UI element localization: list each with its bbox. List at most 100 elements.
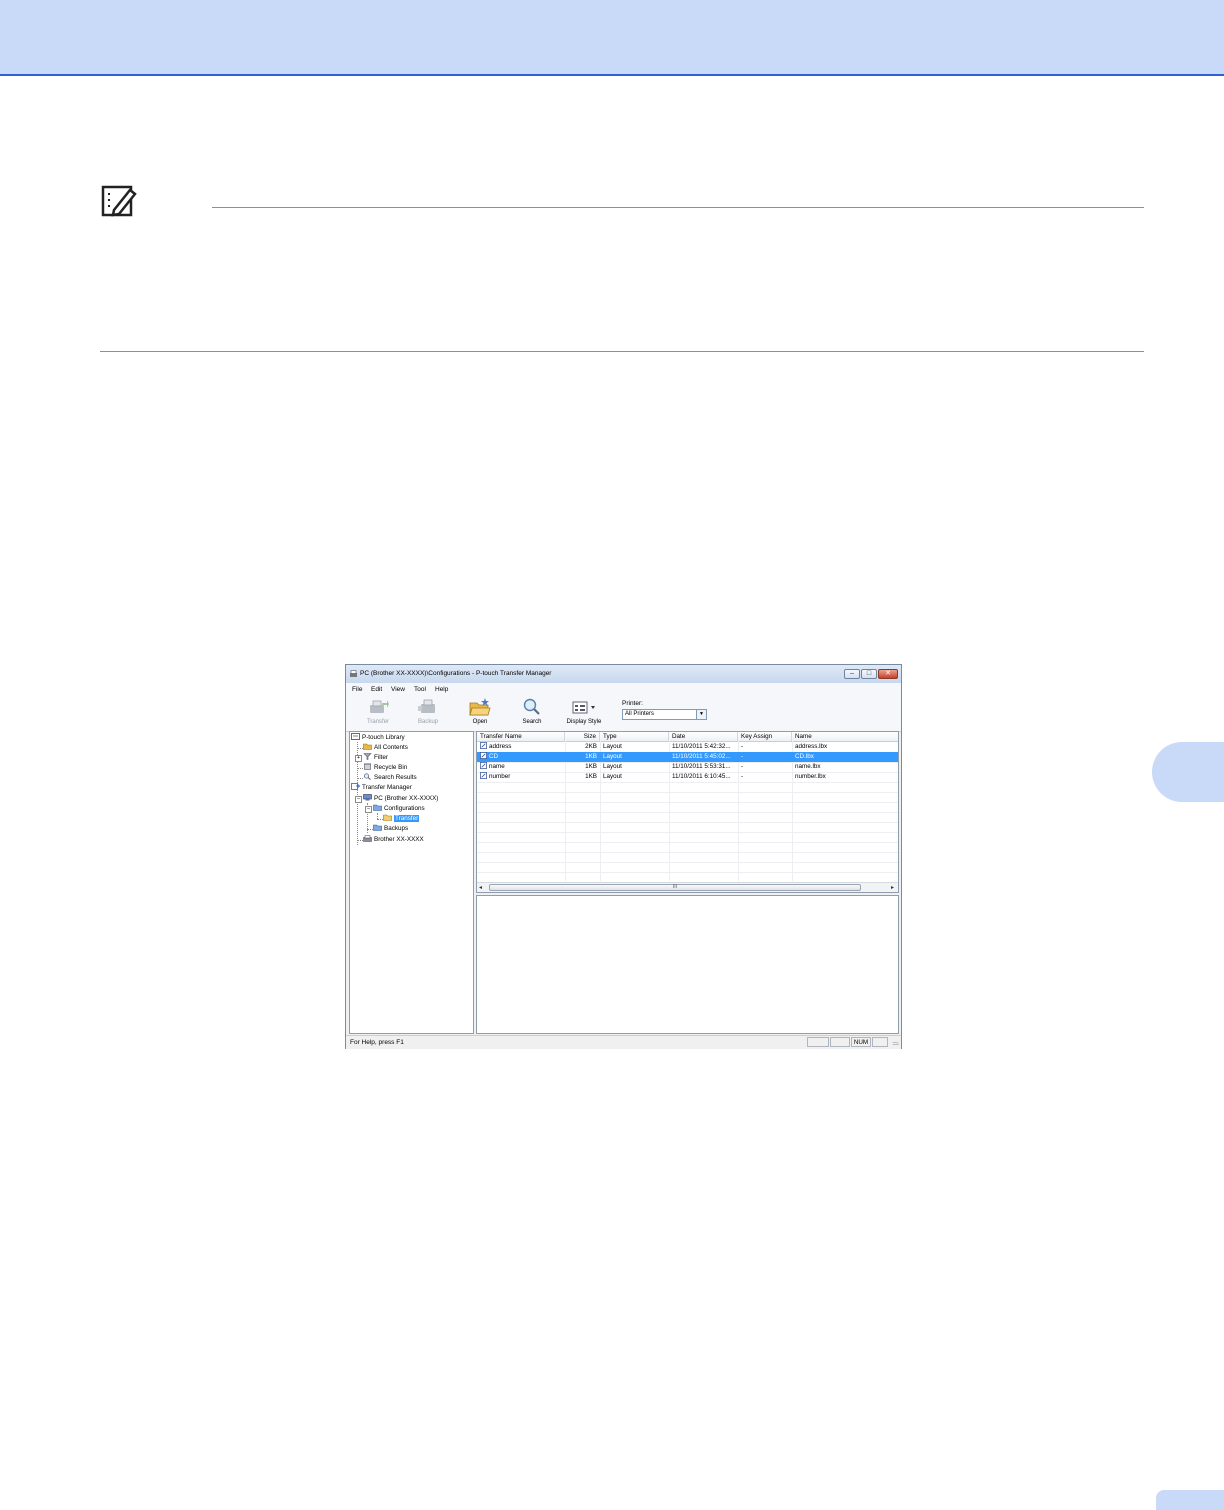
expand-plus-icon[interactable]: + <box>355 755 362 762</box>
window-title: PC (Brother XX-XXXX)\Configurations - P-… <box>360 670 552 677</box>
cell-size: 1KB <box>565 752 600 762</box>
cell-size: 1KB <box>565 762 600 772</box>
search-button[interactable] <box>520 697 544 717</box>
column-key-assign[interactable]: Key Assign <box>738 732 792 741</box>
scroll-right-icon[interactable]: ▸ <box>891 884 894 891</box>
cell-type-text: Layout <box>603 763 622 770</box>
tree-item-transfer[interactable]: Transfer <box>383 814 420 823</box>
printer-icon <box>363 835 372 842</box>
status-indicator-empty <box>807 1037 829 1047</box>
cell-type: Layout <box>600 742 669 752</box>
printer-app-icon <box>350 670 357 677</box>
backup-button[interactable] <box>416 697 440 717</box>
column-name[interactable]: Name <box>792 732 898 741</box>
library-icon <box>351 733 360 740</box>
cell-key-assign: - <box>738 772 792 782</box>
scroll-left-icon[interactable]: ◂ <box>479 884 482 891</box>
cell-name-text: address.lbx <box>795 743 828 750</box>
cell-transfer-name-text: name <box>489 763 505 770</box>
page-header-band <box>0 0 1224 76</box>
resize-grip-icon[interactable]: ≕ <box>892 1040 899 1048</box>
cell-type-text: Layout <box>603 753 622 760</box>
column-type[interactable]: Type <box>600 732 669 741</box>
cell-transfer-name-text: number <box>489 773 511 780</box>
printer-select[interactable]: All Printers ▼ <box>622 709 707 720</box>
cell-type: Layout <box>600 752 669 762</box>
note-icon <box>101 185 137 217</box>
horizontal-scrollbar[interactable]: ◂ III ▸ <box>477 882 898 892</box>
cell-name-text: CD.lbx <box>795 753 814 760</box>
layout-file-icon <box>480 742 487 749</box>
cell-date-text: 11/10/2011 5:45:02... <box>672 753 731 760</box>
transfer-label: Transfer <box>366 719 390 725</box>
page-number-box <box>1156 1490 1224 1510</box>
cell-size: 2KB <box>565 742 600 752</box>
tree-item-brother-printer[interactable]: Brother XX-XXXX <box>363 835 424 844</box>
backups-folder-icon <box>373 824 382 831</box>
cell-transfer-name: address <box>477 742 565 752</box>
chevron-down-icon[interactable]: ▼ <box>696 710 706 719</box>
cell-key-assign-text: - <box>741 743 744 750</box>
column-size[interactable]: Size <box>565 732 600 741</box>
menu-view[interactable]: View <box>391 686 405 693</box>
cell-date: 11/10/2011 6:10:45... <box>669 772 738 782</box>
transfer-manager-icon <box>351 783 360 790</box>
display-style-icon <box>572 701 595 714</box>
minimize-button[interactable]: – <box>844 669 860 679</box>
printer-label: Printer: <box>622 700 643 707</box>
tree-item-library[interactable]: P-touch Library <box>351 733 405 742</box>
cell-date: 11/10/2011 5:53:31... <box>669 762 738 772</box>
scroll-thumb[interactable]: III <box>489 884 861 891</box>
cell-name: name.lbx <box>792 762 898 772</box>
menu-file[interactable]: File <box>352 686 362 693</box>
cell-key-assign-text: - <box>741 773 744 780</box>
status-indicator-empty <box>872 1037 888 1047</box>
menu-edit[interactable]: Edit <box>371 686 382 693</box>
cell-name: address.lbx <box>792 742 898 752</box>
maximize-button[interactable]: □ <box>861 669 877 679</box>
display-style-label: Display Style <box>566 719 602 725</box>
tree-item-pc[interactable]: PC (Brother XX-XXXX) <box>363 794 438 803</box>
cell-date-text: 11/10/2011 5:42:32... <box>672 743 731 750</box>
cell-size-text: 1KB <box>585 763 597 770</box>
close-button[interactable]: ✕ <box>878 669 898 679</box>
note-rule-bottom <box>100 351 1144 352</box>
column-date[interactable]: Date <box>669 732 738 741</box>
cell-name-text: number.lbx <box>795 773 826 780</box>
column-transfer-name[interactable]: Transfer Name <box>477 732 565 741</box>
tree-item-configurations[interactable]: Configurations <box>373 804 425 813</box>
cell-key-assign: - <box>738 752 792 762</box>
cell-transfer-name-text: CD <box>489 753 499 760</box>
tree-item-backups[interactable]: Backups <box>373 824 408 833</box>
list-header: Transfer Name Size Type Date Key Assign … <box>477 732 898 742</box>
cell-key-assign: - <box>738 742 792 752</box>
cell-type-text: Layout <box>603 743 622 750</box>
tree-item-filter[interactable]: Filter <box>363 753 388 762</box>
collapse-minus-icon[interactable]: – <box>355 796 362 803</box>
recycle-bin-icon <box>364 763 371 770</box>
menu-help[interactable]: Help <box>435 686 448 693</box>
layout-file-icon <box>480 752 487 759</box>
cell-transfer-name: name <box>477 762 565 772</box>
cell-date: 11/10/2011 5:42:32... <box>669 742 738 752</box>
open-button[interactable] <box>468 697 492 717</box>
display-style-button[interactable] <box>570 697 600 717</box>
menu-tool[interactable]: Tool <box>414 686 426 693</box>
printer-select-value: All Printers <box>625 711 655 717</box>
tree-item-transfer-manager[interactable]: Transfer Manager <box>351 783 412 792</box>
tree-item-search-results[interactable]: Search Results <box>363 773 417 782</box>
computer-icon <box>363 794 372 801</box>
backup-icon <box>418 699 435 713</box>
cell-type-text: Layout <box>603 773 622 780</box>
transfer-button[interactable] <box>366 697 390 717</box>
search-results-icon <box>363 773 371 780</box>
cell-transfer-name: CD <box>477 752 565 762</box>
cell-date-text: 11/10/2011 5:53:31... <box>672 763 731 770</box>
layout-file-icon <box>480 762 487 769</box>
cell-name: CD.lbx <box>792 752 898 762</box>
transfer-manager-window: PC (Brother XX-XXXX)\Configurations - P-… <box>345 664 902 1049</box>
tree-item-all-contents[interactable]: All Contents <box>363 743 408 752</box>
folder-tree: P-touch Library All Contents + Filter Re… <box>349 731 474 1034</box>
tree-item-recycle-bin[interactable]: Recycle Bin <box>363 763 407 772</box>
collapse-minus-icon[interactable]: – <box>365 806 372 813</box>
